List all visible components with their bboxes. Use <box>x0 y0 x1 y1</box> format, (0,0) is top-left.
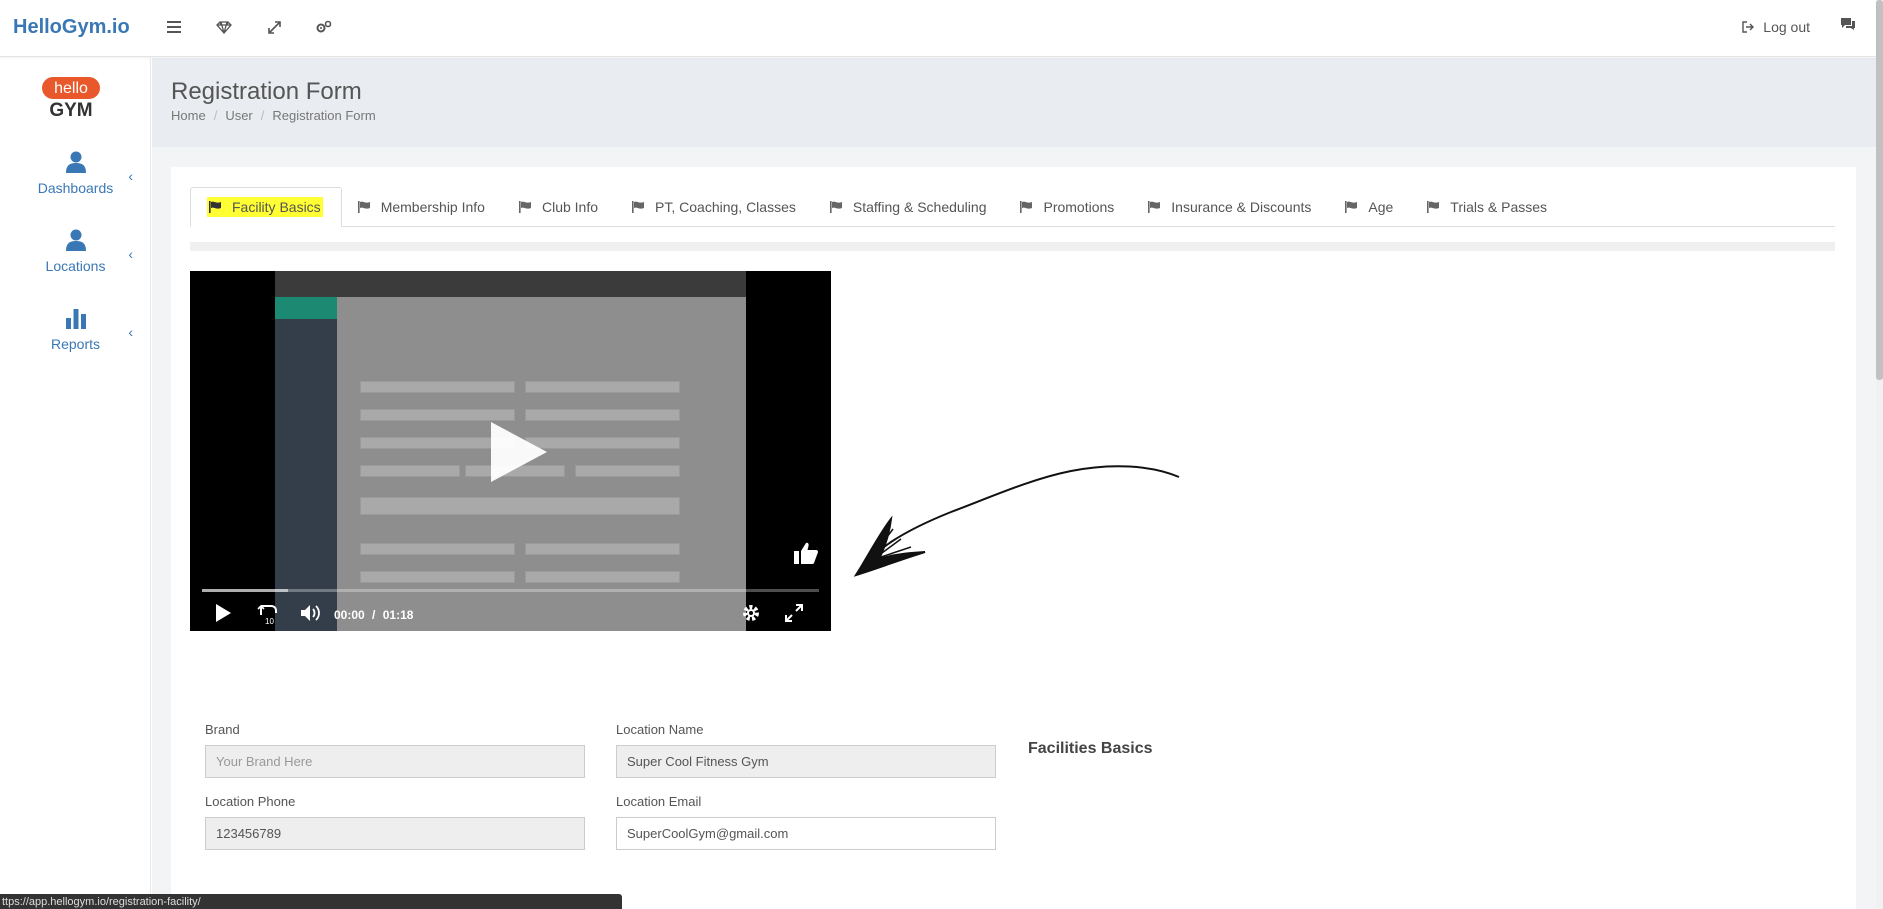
breadcrumb-current: Registration Form <box>272 108 376 123</box>
flag-icon <box>518 201 531 213</box>
form-panel: Facility Basics Membership Info Club Inf… <box>171 167 1856 909</box>
flag-icon <box>632 201 645 213</box>
sidebar-item-reports[interactable]: Reports ‹ <box>0 306 151 366</box>
gear-icon[interactable] <box>741 603 761 623</box>
tab-facility-basics[interactable]: Facility Basics <box>190 187 342 227</box>
bar-chart-icon <box>65 309 86 329</box>
tab-insurance-discounts[interactable]: Insurance & Discounts <box>1132 187 1329 227</box>
tab-club-info[interactable]: Club Info <box>503 187 616 227</box>
location-email-label: Location Email <box>616 794 702 809</box>
video-player[interactable]: 10 00:00 / 01:18 <box>190 271 831 631</box>
tab-label: Insurance & Discounts <box>1171 199 1312 215</box>
flag-icon <box>1427 201 1440 213</box>
tab-staffing-scheduling[interactable]: Staffing & Scheduling <box>814 187 1005 227</box>
sidebar: hello GYM Dashboards ‹ Locations ‹ Repor… <box>0 58 151 909</box>
page-header: Registration Form Home / User / Registration… <box>152 58 1876 147</box>
tab-pt-coaching-classes[interactable]: PT, Coaching, Classes <box>616 187 814 227</box>
location-name-input[interactable]: Super Cool Fitness Gym <box>616 745 996 778</box>
tab-label: Trials & Passes <box>1450 199 1548 215</box>
brand-logo-text[interactable]: HelloGym.io <box>13 16 130 39</box>
diamond-icon[interactable] <box>211 14 237 40</box>
settings-icon[interactable] <box>311 14 337 40</box>
main-content: Registration Form Home / User / Registration… <box>152 58 1876 909</box>
tab-label: Membership Info <box>380 199 485 215</box>
tab-membership-info[interactable]: Membership Info <box>342 187 503 227</box>
chevron-left-icon: ‹ <box>128 246 133 262</box>
user-icon <box>65 229 86 251</box>
location-phone-input[interactable]: 123456789 <box>205 817 585 850</box>
browser-status-url: ttps://app.hellogym.io/registration-faci… <box>0 894 622 909</box>
chevron-left-icon: ‹ <box>128 168 133 184</box>
video-scrubber[interactable] <box>202 589 819 592</box>
thumbs-up-icon[interactable] <box>793 541 819 565</box>
video-time: 00:00 / 01:18 <box>334 608 413 622</box>
flag-icon <box>1345 201 1358 213</box>
video-controls: 10 00:00 / 01:18 <box>190 583 831 631</box>
scrollbar-thumb[interactable] <box>1876 0 1883 380</box>
logout-button[interactable]: Log out <box>1742 19 1810 35</box>
chevron-left-icon: ‹ <box>128 324 133 340</box>
flag-icon <box>357 201 370 213</box>
rewind-10-icon[interactable]: 10 <box>257 603 279 625</box>
user-icon <box>65 151 86 173</box>
expand-icon[interactable] <box>261 14 287 40</box>
svg-text:GYM: GYM <box>49 100 92 118</box>
tab-progress-strip <box>190 242 1835 251</box>
video-time-separator: / <box>372 608 376 622</box>
svg-text:hello: hello <box>54 80 88 97</box>
annotation-arrow <box>853 465 1180 577</box>
hellogym-logo[interactable]: hello GYM <box>40 76 102 118</box>
tab-label: PT, Coaching, Classes <box>655 199 796 215</box>
chat-icon[interactable] <box>1840 17 1856 36</box>
breadcrumb: Home / User / Registration Form <box>171 108 376 123</box>
video-buffered-bar <box>202 589 289 592</box>
sidebar-item-dashboards[interactable]: Dashboards ‹ <box>0 150 151 210</box>
page-scrollbar[interactable] <box>1876 0 1883 909</box>
page-title: Registration Form <box>171 78 362 105</box>
play-overlay-icon[interactable] <box>489 420 549 484</box>
video-duration: 01:18 <box>382 608 414 622</box>
menu-icon[interactable] <box>161 14 187 40</box>
tab-label: Staffing & Scheduling <box>852 199 987 215</box>
flag-icon <box>1020 201 1033 213</box>
sidebar-item-locations[interactable]: Locations ‹ <box>0 228 151 288</box>
logout-label: Log out <box>1763 19 1810 35</box>
play-icon[interactable] <box>214 603 232 623</box>
location-phone-label: Location Phone <box>205 794 296 809</box>
logout-icon <box>1742 21 1755 33</box>
top-navbar: HelloGym.io Log out <box>0 0 1876 57</box>
video-current-time: 00:00 <box>334 608 365 622</box>
breadcrumb-user[interactable]: User <box>225 108 252 123</box>
tab-label: Club Info <box>541 199 599 215</box>
svg-text:10: 10 <box>265 617 274 625</box>
volume-icon[interactable] <box>300 603 322 623</box>
tab-label: Promotions <box>1043 199 1115 215</box>
tab-trials-passes[interactable]: Trials & Passes <box>1411 187 1565 227</box>
location-name-label: Location Name <box>616 722 704 737</box>
tab-label: Age <box>1368 199 1394 215</box>
flag-icon <box>209 201 221 213</box>
fullscreen-icon[interactable] <box>784 603 804 623</box>
tab-promotions[interactable]: Promotions <box>1004 187 1132 227</box>
section-title: Facilities Basics <box>1028 740 1153 757</box>
tab-label: Facility Basics <box>232 199 321 215</box>
tab-age[interactable]: Age <box>1329 187 1411 227</box>
brand-input[interactable]: Your Brand Here <box>205 745 585 778</box>
flag-icon <box>829 201 842 213</box>
brand-label: Brand <box>205 722 240 737</box>
tab-bar: Facility Basics Membership Info Club Inf… <box>190 187 1835 227</box>
location-email-input[interactable]: SuperCoolGym@gmail.com <box>616 817 996 850</box>
flag-icon <box>1148 201 1161 213</box>
breadcrumb-home[interactable]: Home <box>171 108 206 123</box>
